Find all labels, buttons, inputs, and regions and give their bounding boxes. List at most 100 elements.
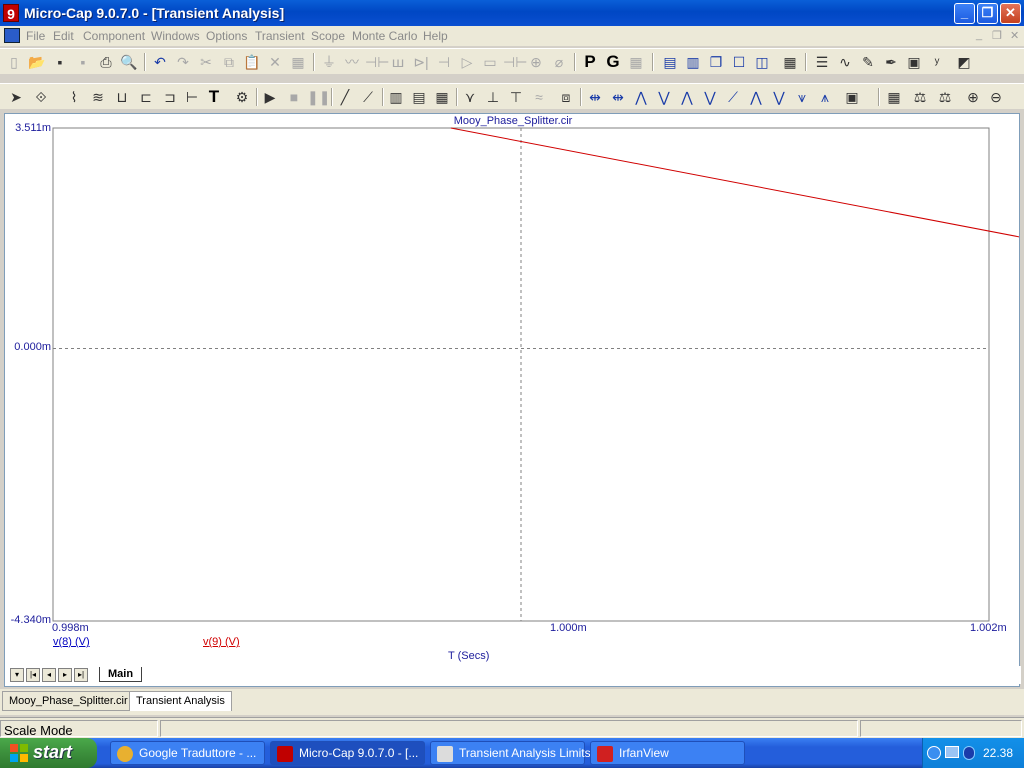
select-all-icon[interactable]: ▦ <box>288 52 308 72</box>
properties-icon[interactable]: ⚙ <box>232 87 252 107</box>
inductor-icon[interactable]: ꟺ <box>388 52 408 72</box>
document-icon[interactable] <box>4 28 20 43</box>
menu-scope[interactable]: Scope <box>311 29 345 43</box>
cursor-mode-icon[interactable]: ≋ <box>88 87 108 107</box>
menu-component[interactable]: Component <box>83 29 145 43</box>
open-icon[interactable]: 📂 <box>27 52 47 72</box>
calculator-icon[interactable]: ▦ <box>780 52 800 72</box>
menu-windows[interactable]: Windows <box>151 29 200 43</box>
transient-chart[interactable] <box>5 114 1019 666</box>
text-tool-icon[interactable]: T <box>204 87 224 107</box>
save-all-icon[interactable]: ▪ <box>73 52 93 72</box>
undo-icon[interactable]: ↶ <box>150 52 170 72</box>
maximize-window-icon[interactable]: ☐ <box>729 52 749 72</box>
pulse-source-icon[interactable]: ⌀ <box>549 52 569 72</box>
delete-icon[interactable]: ✕ <box>265 52 285 72</box>
next-low-icon[interactable]: ⋁ <box>700 87 720 107</box>
mdi-close-button[interactable]: ✕ <box>1010 29 1019 42</box>
menu-help[interactable]: Help <box>423 29 448 43</box>
point-tag-icon[interactable]: ⊔ <box>112 87 132 107</box>
source-icon[interactable]: ⊕ <box>526 52 546 72</box>
probe-icon[interactable]: ✎ <box>858 52 878 72</box>
next-peak-icon[interactable]: ⋀ <box>631 87 651 107</box>
x-scale-icon[interactable]: ⚖ <box>910 87 930 107</box>
analysis-limits-icon[interactable]: ◩ <box>954 52 974 72</box>
grid-fine-icon[interactable]: ▥ <box>386 87 406 107</box>
task-irfanview[interactable]: IrfanView <box>590 741 745 765</box>
menu-file[interactable]: File <box>26 29 45 43</box>
paste-icon[interactable]: 📋 <box>242 52 262 72</box>
menu-edit[interactable]: Edit <box>53 29 74 43</box>
restore-button[interactable]: ❐ <box>977 3 998 24</box>
bluetooth-icon[interactable] <box>963 746 975 760</box>
xy-icon[interactable]: ʸ <box>927 52 947 72</box>
next-valley-icon[interactable]: ⋁ <box>654 87 674 107</box>
task-microcap[interactable]: Micro-Cap 9.0.7.0 - [... <box>270 741 425 765</box>
tile-vertical-icon[interactable]: ▥ <box>683 52 703 72</box>
grid-medium-icon[interactable]: ▤ <box>409 87 429 107</box>
tab-transient-analysis[interactable]: Transient Analysis <box>129 691 232 711</box>
mdi-minimize-button[interactable]: _ <box>976 29 982 41</box>
high-icon[interactable]: ⊤ <box>506 87 526 107</box>
new-icon[interactable]: ▯ <box>4 52 24 72</box>
numeric-output-icon[interactable]: ▦ <box>884 87 904 107</box>
tab-main[interactable]: Main <box>99 667 143 682</box>
scale-mode-icon[interactable]: ⌇ <box>64 87 84 107</box>
split-window-icon[interactable]: ◫ <box>752 52 772 72</box>
minimize-button[interactable]: _ <box>954 3 975 24</box>
3d-plot-icon[interactable]: ▣ <box>842 87 862 107</box>
battery-icon[interactable]: ⊣⊢ <box>503 52 527 72</box>
zoom-region-icon[interactable]: ⧈ <box>556 87 576 107</box>
zoom-out-icon[interactable]: ⊖ <box>986 87 1006 107</box>
scope-icon[interactable]: ▣ <box>904 52 924 72</box>
line-icon[interactable]: ╱ <box>335 87 355 107</box>
macro-icon[interactable]: ▭ <box>480 52 500 72</box>
valley-icon[interactable]: ⊥ <box>483 87 503 107</box>
marked-line-icon[interactable]: ⟋ <box>358 87 378 107</box>
top-icon[interactable]: ⩛ <box>792 87 812 107</box>
bottom-icon[interactable]: ⩚ <box>815 87 835 107</box>
next-inflection-icon[interactable]: ⟋ <box>723 87 743 107</box>
select-mode-icon[interactable]: ➤ <box>6 87 26 107</box>
ground-icon[interactable]: ⏚ <box>319 52 339 72</box>
tab-schematic[interactable]: Mooy_Phase_Splitter.cir <box>2 691 135 711</box>
shape-select-icon[interactable]: ⟐ <box>31 87 51 107</box>
task-google-translate[interactable]: Google Traduttore - ... <box>110 741 265 765</box>
resistor-icon[interactable]: 〰 <box>342 52 362 72</box>
pause-icon[interactable]: ❚❚ <box>307 87 330 107</box>
cursor-right-icon[interactable]: ⇹ <box>608 87 628 107</box>
opamp-icon[interactable]: ▷ <box>457 52 477 72</box>
transistor-icon[interactable]: ⊣ <box>434 52 454 72</box>
grid-coarse-icon[interactable]: ▦ <box>432 87 452 107</box>
print-icon[interactable]: ⎙ <box>96 52 116 72</box>
plot-window[interactable]: Mooy_Phase_Splitter.cir 3.511m 0.000m -4… <box>4 113 1021 687</box>
start-button[interactable]: start <box>0 738 97 768</box>
network-icon[interactable] <box>945 746 959 758</box>
stop-icon[interactable]: ■ <box>284 87 304 107</box>
zoom-in-icon[interactable]: ⊕ <box>963 87 983 107</box>
waveform-icon[interactable]: ∿ <box>835 52 855 72</box>
horizontal-tag-icon[interactable]: ⊏ <box>136 87 156 107</box>
p-button[interactable]: P <box>580 52 600 72</box>
copy-icon[interactable]: ⧉ <box>219 52 239 72</box>
tray-arrow-icon[interactable] <box>927 746 941 760</box>
capacitor-icon[interactable]: ⊣⊢ <box>365 52 389 72</box>
close-button[interactable]: ✕ <box>1000 3 1021 24</box>
performance-tag-icon[interactable]: ⊢ <box>182 87 202 107</box>
cursor-left-icon[interactable]: ⇹ <box>585 87 605 107</box>
y-scale-icon[interactable]: ⚖ <box>935 87 955 107</box>
task-transient-limits[interactable]: Transient Analysis Limits <box>430 741 591 765</box>
cascade-icon[interactable]: ❐ <box>706 52 726 72</box>
tab-menu-button[interactable]: ▾ <box>10 668 24 682</box>
run-icon[interactable]: ▶ <box>260 87 280 107</box>
component-list-icon[interactable]: ☰ <box>812 52 832 72</box>
g-button[interactable]: G <box>603 52 623 72</box>
next-tab-button[interactable]: ▸ <box>58 668 72 682</box>
clock[interactable]: 22.38 <box>983 746 1013 760</box>
redo-icon[interactable]: ↷ <box>173 52 193 72</box>
diode-icon[interactable]: ⊳| <box>411 52 431 72</box>
slope-icon[interactable]: ≈ <box>529 87 549 107</box>
global-high-icon[interactable]: ⋀ <box>746 87 766 107</box>
menu-options[interactable]: Options <box>206 29 247 43</box>
cut-icon[interactable]: ✂ <box>196 52 216 72</box>
